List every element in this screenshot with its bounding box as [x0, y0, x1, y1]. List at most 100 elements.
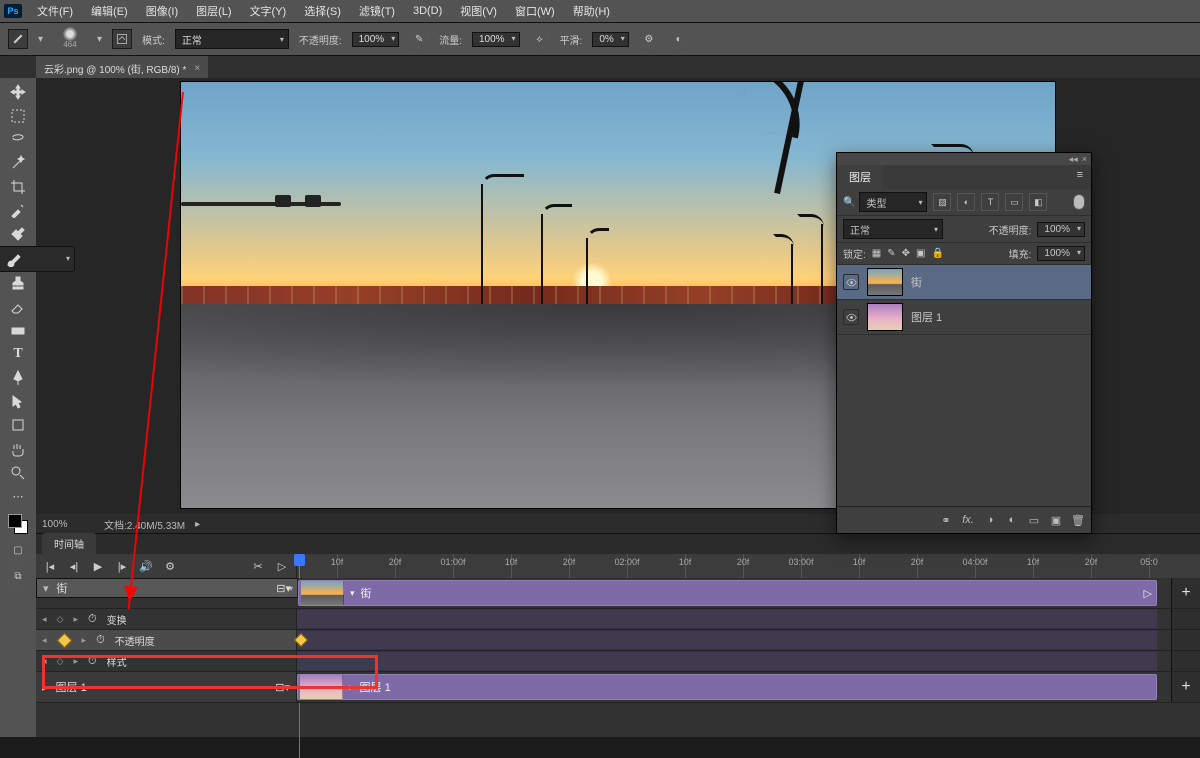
- marquee-tool[interactable]: [4, 104, 32, 128]
- audio-icon[interactable]: 🔊: [138, 558, 154, 574]
- clip-street[interactable]: ▾ 街 ▷: [298, 580, 1157, 606]
- move-tool[interactable]: [4, 80, 32, 104]
- heal-tool[interactable]: [4, 222, 32, 246]
- status-caret[interactable]: ▸: [195, 519, 200, 530]
- add-track-button[interactable]: +: [1171, 672, 1200, 702]
- lock-brush-icon[interactable]: ✎: [887, 248, 895, 259]
- brush-caret[interactable]: ▾: [97, 34, 102, 45]
- pen-tool[interactable]: [4, 366, 32, 390]
- pressure-opacity-icon[interactable]: ✎: [409, 29, 429, 49]
- tool-preset-picker[interactable]: [8, 29, 28, 49]
- filter-type-select[interactable]: 类型: [859, 192, 927, 212]
- layer-opacity-value[interactable]: 100%: [1037, 222, 1085, 237]
- transition-icon[interactable]: ▷: [274, 558, 290, 574]
- layer-item-street[interactable]: 街: [837, 265, 1091, 300]
- link-icon[interactable]: ⚭: [939, 514, 953, 527]
- settings-icon[interactable]: ⚙: [162, 558, 178, 574]
- menu-edit[interactable]: 编辑(E): [84, 3, 135, 19]
- menu-image[interactable]: 图像(I): [139, 3, 185, 19]
- filter-pixel-icon[interactable]: ▨: [933, 193, 951, 211]
- airbrush-icon[interactable]: ⟡: [530, 29, 550, 49]
- layer-name[interactable]: 图层 1: [911, 309, 942, 325]
- menu-view[interactable]: 视图(V): [453, 3, 504, 19]
- blend-mode-select[interactable]: 正常: [175, 29, 289, 49]
- eraser-tool[interactable]: [4, 295, 32, 319]
- lock-all-icon[interactable]: 🔒: [931, 248, 943, 259]
- panel-menu-icon[interactable]: ≡: [1069, 165, 1091, 189]
- filter-toggle[interactable]: [1073, 194, 1085, 210]
- stopwatch-icon[interactable]: ⏱: [88, 655, 97, 668]
- visibility-icon[interactable]: [843, 274, 859, 290]
- color-swatches[interactable]: [8, 514, 28, 534]
- hand-tool[interactable]: [4, 437, 32, 461]
- track-header-layer1[interactable]: ▸ 图层 1 ⊟▾: [36, 672, 297, 702]
- menu-window[interactable]: 窗口(W): [508, 3, 562, 19]
- clip-layer1[interactable]: ▸ 图层 1: [297, 674, 1157, 700]
- prop-style[interactable]: ◂◇▸ ⏱ 样式: [36, 651, 297, 671]
- screenmode-icon[interactable]: ⧉: [8, 566, 28, 586]
- layer-name[interactable]: 街: [911, 274, 922, 290]
- lock-artboard-icon[interactable]: ▣: [916, 248, 925, 259]
- clip-end-icon[interactable]: ▷: [1144, 587, 1152, 600]
- stopwatch-icon[interactable]: ⏱: [88, 613, 97, 626]
- mask-icon[interactable]: ◑: [983, 514, 997, 526]
- layers-tab[interactable]: 图层: [837, 165, 883, 189]
- menu-select[interactable]: 选择(S): [297, 3, 348, 19]
- layer-blend-select[interactable]: 正常: [843, 219, 943, 239]
- keyframe-add-icon[interactable]: [56, 632, 72, 648]
- menu-type[interactable]: 文字(Y): [243, 3, 294, 19]
- menu-3d[interactable]: 3D(D): [406, 5, 449, 17]
- chevron-right-icon[interactable]: ▸: [42, 681, 48, 694]
- menu-filter[interactable]: 滤镜(T): [352, 3, 402, 19]
- lock-pixels-icon[interactable]: ▦: [872, 248, 881, 259]
- layers-panel[interactable]: ◂◂× 图层 ≡ 🔍 类型 ▨ ◐ T ▭ ◧ 正常 不透明度: 100% 锁定…: [836, 152, 1092, 534]
- flow-value[interactable]: 100%: [472, 32, 520, 47]
- menu-help[interactable]: 帮助(H): [566, 3, 617, 19]
- filter-smart-icon[interactable]: ◧: [1029, 193, 1047, 211]
- go-start-icon[interactable]: |◂: [42, 558, 58, 574]
- collapse-icon[interactable]: ◂◂: [1069, 154, 1078, 165]
- fx-icon[interactable]: fx.: [961, 514, 975, 526]
- fill-value[interactable]: 100%: [1037, 246, 1085, 261]
- prop-transform[interactable]: ◂◇▸ ⏱ 变换: [36, 609, 297, 629]
- add-track-button[interactable]: +: [1171, 578, 1200, 608]
- panel-gripbar[interactable]: ◂◂ ×: [837, 153, 1091, 165]
- chevron-down-icon[interactable]: ▾: [350, 588, 355, 599]
- more-tools[interactable]: ⋯: [4, 485, 32, 509]
- stopwatch-icon[interactable]: ⏱: [96, 634, 105, 647]
- track-header-street[interactable]: ▾ 街 ⊟▾: [36, 578, 298, 598]
- filter-shape-icon[interactable]: ▭: [1005, 193, 1023, 211]
- play-icon[interactable]: ▶: [90, 558, 106, 574]
- split-icon[interactable]: ✂: [250, 558, 266, 574]
- smooth-value[interactable]: 0%: [592, 32, 628, 47]
- path-select-tool[interactable]: [4, 390, 32, 414]
- quickmask-icon[interactable]: ▢: [8, 540, 28, 560]
- gradient-tool[interactable]: [4, 319, 32, 343]
- wand-tool[interactable]: [4, 151, 32, 175]
- eyedropper-tool[interactable]: [4, 198, 32, 222]
- type-tool[interactable]: T: [4, 343, 32, 367]
- trash-icon[interactable]: 🗑: [1071, 514, 1085, 527]
- options-caret[interactable]: ▾: [38, 34, 43, 45]
- new-layer-icon[interactable]: ▣: [1049, 514, 1063, 527]
- document-tab[interactable]: 云彩.png @ 100% (街, RGB/8) * ×: [36, 56, 208, 80]
- group-icon[interactable]: ▭: [1027, 514, 1041, 527]
- lasso-tool[interactable]: [4, 127, 32, 151]
- timeline-ruler[interactable]: 10f20f01:00f10f20f02:00f10f20f03:00f10f2…: [296, 554, 1200, 578]
- brush-preview[interactable]: 464: [53, 21, 87, 55]
- close-icon[interactable]: ×: [1082, 154, 1087, 164]
- pressure-size-icon[interactable]: ◐: [669, 29, 689, 49]
- brush-panel-toggle[interactable]: [112, 29, 132, 49]
- zoom-tool[interactable]: [4, 461, 32, 485]
- layer-item-layer1[interactable]: 图层 1: [837, 300, 1091, 335]
- filter-adjust-icon[interactable]: ◐: [957, 193, 975, 211]
- menu-file[interactable]: 文件(F): [30, 3, 80, 19]
- track-options-icon[interactable]: ⊟▾: [275, 681, 290, 694]
- crop-tool[interactable]: [4, 175, 32, 199]
- next-frame-icon[interactable]: |▸: [114, 558, 130, 574]
- lock-position-icon[interactable]: ✥: [902, 248, 910, 259]
- stamp-tool[interactable]: [4, 272, 32, 296]
- adjustment-icon[interactable]: ◐: [1005, 514, 1019, 526]
- close-icon[interactable]: ×: [194, 63, 200, 74]
- gear-icon[interactable]: ⚙: [639, 29, 659, 49]
